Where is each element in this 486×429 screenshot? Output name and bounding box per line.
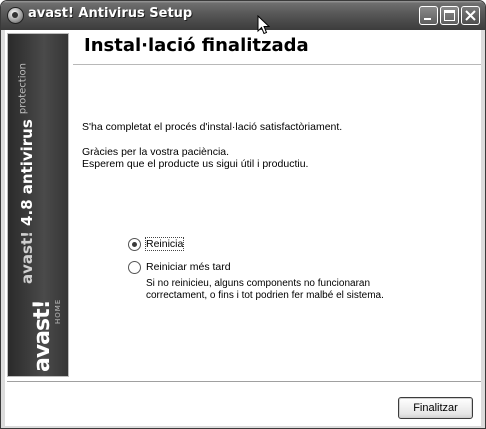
product-banner: avast! 4.8 antivirus protection	[17, 34, 57, 284]
content-panel: avast! 4.8 antivirus protection avast! H…	[5, 30, 481, 426]
restart-now-label[interactable]: Reinicia	[144, 237, 185, 251]
mouse-pointer-icon	[257, 15, 270, 35]
title-bar[interactable]: avast! Antivirus Setup	[1, 1, 485, 30]
restart-later-radio[interactable]	[128, 261, 141, 274]
footer-divider	[7, 381, 481, 383]
avast-logo-icon[interactable]	[7, 7, 24, 24]
page-title: Instal·lació finalitzada	[84, 35, 309, 56]
maximize-icon	[444, 10, 455, 21]
window-title: avast! Antivirus Setup	[28, 6, 193, 21]
product-name: antivirus	[18, 119, 36, 195]
heading-divider	[73, 64, 481, 65]
close-icon	[465, 10, 476, 21]
hope-message: Esperem que el producte us sigui útil i …	[82, 158, 309, 170]
setup-window: avast! Antivirus Setup avast! 4.8 antivi…	[0, 0, 486, 429]
logo-wordmark: avast!	[30, 300, 55, 372]
maximize-button[interactable]	[440, 6, 459, 25]
restart-later-label[interactable]: Reiniciar més tard	[146, 261, 231, 273]
restart-warning-line-2: correctament, o fins i tot podrien fer m…	[146, 290, 384, 301]
avast-home-logo: avast! HOME	[30, 292, 70, 372]
restart-now-radio[interactable]	[128, 238, 141, 251]
minimize-icon	[424, 18, 431, 20]
thanks-message: Gràcies per la vostra paciència.	[82, 146, 230, 158]
minimize-button[interactable]	[419, 6, 438, 25]
finish-button[interactable]: Finalitzar	[398, 397, 473, 419]
restart-warning-line-1: Si no reinicieu, alguns components no fu…	[146, 278, 371, 289]
product-tagline: protection	[17, 63, 29, 115]
close-button[interactable]	[461, 6, 480, 25]
brand-sidebar: avast! 4.8 antivirus protection avast! H…	[7, 33, 69, 377]
logo-subtext: HOME	[54, 298, 62, 324]
completion-message: S'ha completat el procés d'instal·lació …	[82, 121, 343, 133]
product-brand: avast!	[18, 231, 36, 284]
product-version: 4.8	[18, 199, 36, 226]
